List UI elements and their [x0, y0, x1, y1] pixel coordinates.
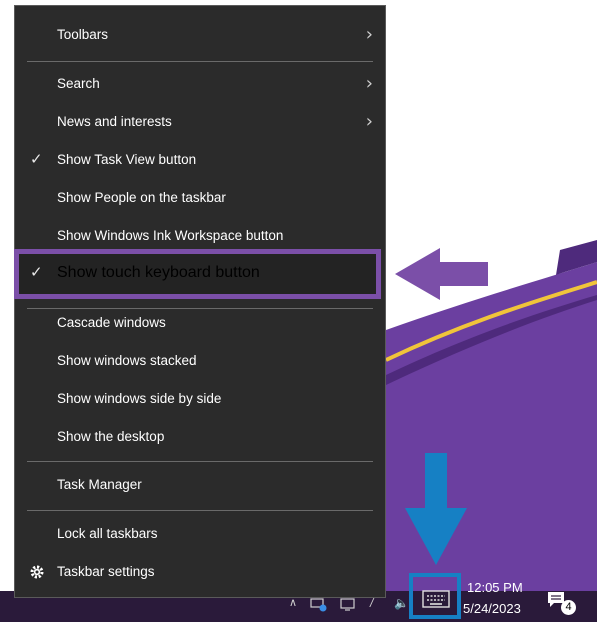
clock-date[interactable]: 5/24/2023 — [463, 601, 521, 616]
menu-item[interactable]: Task Manager — [15, 468, 385, 502]
chevron-right-icon: › — [365, 111, 373, 132]
chevron-right-icon: › — [365, 73, 373, 94]
menu-item-label: Show windows side by side — [57, 391, 222, 406]
menu-item-label: Show windows stacked — [57, 353, 197, 368]
menu-item-label: Toolbars — [57, 27, 109, 42]
menu-separator — [27, 510, 373, 511]
menu-item[interactable]: Show Windows Ink Workspace button — [15, 219, 385, 253]
taskbar-context-menu: Toolbars › Search › News and interests › ✓ Show… — [14, 5, 386, 598]
menu-item-label: Show People on the taskbar — [57, 190, 226, 205]
menu-item[interactable]: Toolbars › — [15, 18, 385, 52]
annotation-arrow-left — [395, 248, 488, 300]
menu-item[interactable]: Search › — [15, 67, 385, 101]
menu-item-label: Lock all taskbars — [57, 526, 158, 541]
menu-item[interactable]: Show windows stacked — [15, 344, 385, 378]
display-icon[interactable] — [340, 598, 356, 612]
menu-item[interactable]: Taskbar settings — [15, 555, 385, 589]
menu-item-label: News and interests — [57, 114, 172, 129]
volume-icon[interactable]: 🔈 — [394, 596, 409, 610]
menu-item[interactable]: Show windows side by side — [15, 382, 385, 416]
menu-item-label: Show the desktop — [57, 429, 165, 444]
menu-item-label: Cascade windows — [57, 315, 166, 330]
menu-item[interactable]: Lock all taskbars — [15, 517, 385, 551]
checkmark-icon: ✓ — [30, 264, 43, 281]
menu-separator — [27, 61, 373, 62]
menu-item[interactable]: News and interests › — [15, 105, 385, 139]
menu-item-label: Show touch keyboard button — [57, 264, 260, 281]
menu-item[interactable]: Show the desktop — [15, 420, 385, 454]
checkmark-icon: ✓ — [30, 151, 43, 168]
notification-count-badge: 4 — [561, 600, 576, 615]
pen-icon[interactable]: / — [370, 596, 373, 610]
menu-item-label: Search — [57, 76, 100, 91]
menu-item-label: Taskbar settings — [57, 564, 155, 579]
network-icon[interactable] — [310, 598, 328, 612]
menu-item[interactable]: ✓ Show Task View button — [15, 143, 385, 177]
menu-item-label: Show Task View button — [57, 152, 197, 167]
clock-time[interactable]: 12:05 PM — [467, 580, 523, 595]
menu-item[interactable]: Show People on the taskbar — [15, 181, 385, 215]
keyboard-highlight-box — [409, 573, 461, 619]
menu-item-label: Show Windows Ink Workspace button — [57, 228, 284, 243]
menu-item[interactable]: ✓ Show touch keyboard button — [15, 256, 385, 290]
chevron-right-icon: › — [365, 24, 373, 45]
menu-separator — [27, 461, 373, 462]
gear-icon — [30, 565, 44, 579]
menu-item-label: Task Manager — [57, 477, 142, 492]
annotation-arrow-down — [405, 453, 467, 565]
menu-item[interactable]: Cascade windows — [15, 306, 385, 340]
